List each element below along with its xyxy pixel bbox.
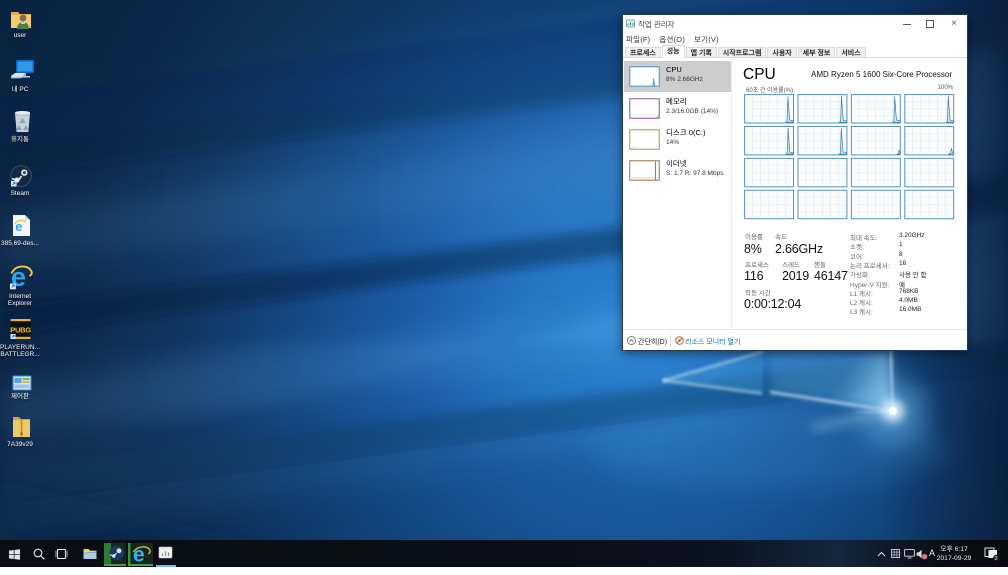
svg-text:PUBG: PUBG (10, 326, 31, 335)
svg-text:2: 2 (995, 556, 998, 561)
